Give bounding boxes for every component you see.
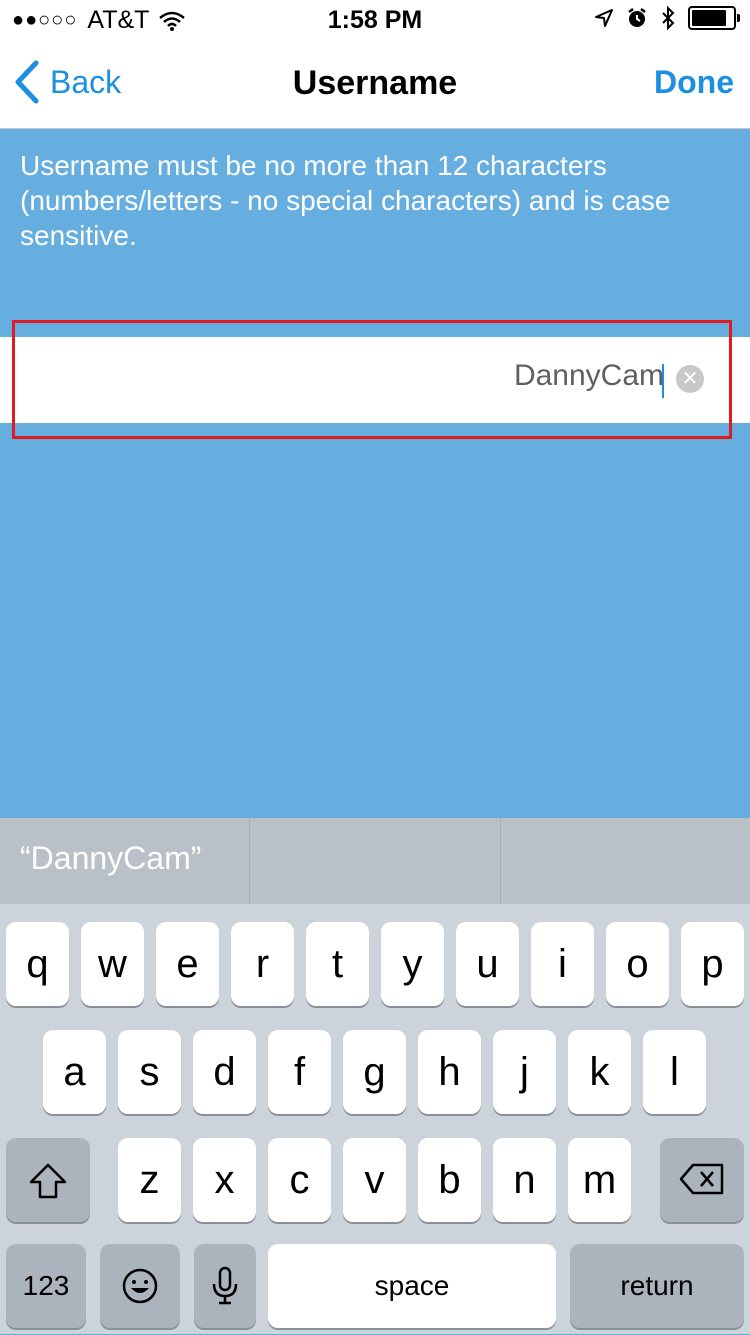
key-a[interactable]: a	[43, 1030, 106, 1114]
suggestion-1[interactable]: “DannyCam”	[0, 818, 251, 904]
status-bar: ●●○○○ AT&T 1:58 PM	[0, 0, 750, 40]
username-input[interactable]	[64, 359, 664, 393]
key-g[interactable]: g	[343, 1030, 406, 1114]
key-r[interactable]: r	[231, 922, 294, 1006]
key-n[interactable]: n	[493, 1138, 556, 1222]
backspace-key[interactable]	[660, 1138, 744, 1222]
key-q[interactable]: q	[6, 922, 69, 1006]
predictive-text-bar: “DannyCam”	[0, 818, 750, 904]
key-y[interactable]: y	[381, 922, 444, 1006]
done-button[interactable]: Done	[654, 64, 734, 101]
suggestion-3[interactable]	[501, 818, 750, 904]
key-j[interactable]: j	[493, 1030, 556, 1114]
status-icons	[594, 6, 740, 30]
key-w[interactable]: w	[81, 922, 144, 1006]
bluetooth-icon	[662, 6, 675, 30]
return-key[interactable]: return	[570, 1244, 744, 1328]
microphone-icon	[212, 1266, 238, 1305]
shift-icon	[29, 1163, 67, 1199]
key-i[interactable]: i	[531, 922, 594, 1006]
key-f[interactable]: f	[268, 1030, 331, 1114]
key-x[interactable]: x	[193, 1138, 256, 1222]
key-s[interactable]: s	[118, 1030, 181, 1114]
shift-key[interactable]	[6, 1138, 90, 1222]
key-m[interactable]: m	[568, 1138, 631, 1222]
key-v[interactable]: v	[343, 1138, 406, 1222]
key-z[interactable]: z	[118, 1138, 181, 1222]
key-e[interactable]: e	[156, 922, 219, 1006]
key-u[interactable]: u	[456, 922, 519, 1006]
page-title: Username	[292, 64, 458, 102]
navigation-bar: Back Username Done	[0, 40, 750, 129]
dictation-key[interactable]	[194, 1244, 256, 1328]
emoji-icon	[122, 1268, 158, 1304]
key-c[interactable]: c	[268, 1138, 331, 1222]
username-rules-text: Username must be no more than 12 charact…	[20, 150, 671, 251]
key-o[interactable]: o	[606, 922, 669, 1006]
key-t[interactable]: t	[306, 922, 369, 1006]
key-h[interactable]: h	[418, 1030, 481, 1114]
keyboard: q w e r t y u i o p a s d f g h j k l z …	[0, 904, 750, 1334]
key-b[interactable]: b	[418, 1138, 481, 1222]
emoji-key[interactable]	[100, 1244, 180, 1328]
key-d[interactable]: d	[193, 1030, 256, 1114]
location-arrow-icon	[595, 9, 613, 27]
username-field-row: ✕	[0, 337, 750, 423]
suggestion-2[interactable]	[250, 818, 501, 904]
clear-text-icon[interactable]: ✕	[676, 365, 704, 393]
alarm-icon	[628, 8, 646, 27]
numbers-key[interactable]: 123	[6, 1244, 86, 1328]
backspace-icon	[679, 1163, 724, 1195]
key-p[interactable]: p	[681, 922, 744, 1006]
space-key[interactable]: space	[268, 1244, 556, 1328]
text-caret	[662, 364, 664, 398]
key-k[interactable]: k	[568, 1030, 631, 1114]
key-l[interactable]: l	[643, 1030, 706, 1114]
battery-icon	[688, 6, 740, 30]
